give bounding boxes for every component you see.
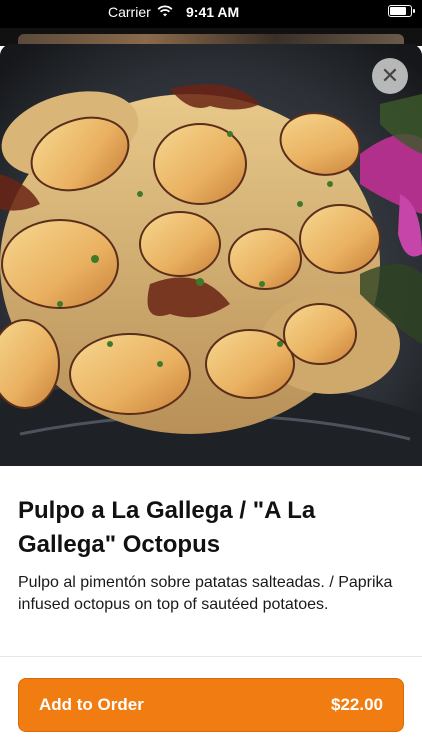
item-details: Pulpo a La Gallega / "A La Gallega" Octo…: [0, 466, 422, 616]
dish-photo: [0, 44, 422, 466]
status-bar: Carrier 9:41 AM: [0, 0, 422, 28]
carrier-group: Carrier: [108, 4, 173, 20]
battery-level: [390, 7, 407, 15]
carrier-label: Carrier: [108, 4, 151, 20]
close-button[interactable]: ✕: [372, 58, 408, 94]
item-title: Pulpo a La Gallega / "A La Gallega" Octo…: [18, 497, 316, 558]
status-time: 9:41 AM: [186, 4, 240, 20]
wifi-icon: [157, 4, 173, 20]
item-description: Pulpo al pimentón sobre patatas salteada…: [18, 574, 393, 613]
item-price: $22.00: [331, 695, 383, 714]
add-to-order-label: Add to Order: [39, 695, 144, 714]
battery-icon: [388, 5, 415, 17]
close-icon: ✕: [380, 63, 400, 88]
add-to-order-button[interactable]: Add to Order $22.00: [18, 678, 404, 732]
divider: [0, 656, 422, 657]
